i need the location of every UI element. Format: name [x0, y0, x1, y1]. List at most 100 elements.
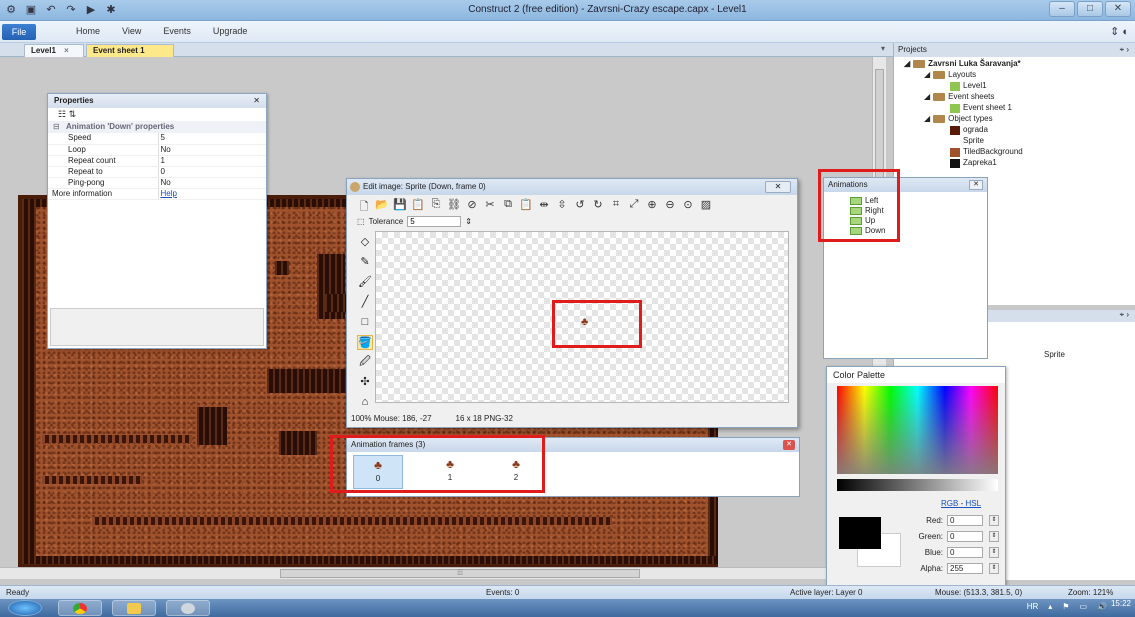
- eraser-icon[interactable]: ◇: [357, 235, 373, 250]
- color-picker-icon[interactable]: 🖉: [357, 355, 373, 370]
- tolerance-input[interactable]: [407, 216, 462, 227]
- rotate-ccw-icon[interactable]: ↺: [573, 198, 587, 217]
- taskbar-clock[interactable]: 15:22: [1111, 599, 1131, 608]
- expand-icon[interactable]: ◢: [924, 70, 930, 80]
- object-sprite-label[interactable]: Sprite: [1044, 350, 1065, 359]
- cut-icon[interactable]: ✂: [483, 198, 497, 217]
- rotate-cw-icon[interactable]: ↻: [591, 198, 605, 217]
- help-link[interactable]: Help: [158, 188, 266, 200]
- tree-item-ograda[interactable]: ograda: [950, 125, 988, 135]
- tab-home[interactable]: Home: [76, 26, 100, 36]
- start-button[interactable]: [8, 600, 42, 616]
- clear-icon[interactable]: ⊘: [465, 198, 479, 217]
- close-button[interactable]: ✕: [1105, 1, 1131, 17]
- tab-events[interactable]: Events: [163, 26, 191, 36]
- save-icon[interactable]: 💾: [393, 198, 407, 217]
- rgb-link[interactable]: RGB: [941, 499, 958, 508]
- blue-spinner[interactable]: ⇕: [989, 547, 999, 558]
- resize-icon[interactable]: ⤢: [627, 198, 641, 217]
- brush-icon[interactable]: 🖌: [357, 275, 373, 290]
- property-row[interactable]: More information Help: [48, 188, 266, 200]
- property-row[interactable]: Ping-pong No: [48, 177, 266, 189]
- language-indicator[interactable]: HR: [1027, 602, 1039, 611]
- property-row[interactable]: Repeat count 1: [48, 155, 266, 167]
- volume-icon[interactable]: 🔊: [1097, 602, 1107, 611]
- property-value[interactable]: No: [158, 177, 266, 189]
- tree-item-event-sheet[interactable]: Event sheet 1: [950, 103, 1012, 113]
- paste-icon[interactable]: 📋: [519, 198, 533, 217]
- tree-item-tiledbackground[interactable]: TiledBackground: [950, 147, 1023, 157]
- brightness-bar[interactable]: [837, 479, 998, 491]
- hsl-link[interactable]: HSL: [965, 499, 981, 508]
- tab-upgrade[interactable]: Upgrade: [213, 26, 248, 36]
- pencil-icon[interactable]: ✎: [357, 255, 373, 270]
- tab-event-sheet-1[interactable]: Event sheet 1: [86, 44, 174, 57]
- tolerance-spin-icon[interactable]: ⇕: [465, 217, 472, 226]
- properties-sort-icons[interactable]: ☷ ⇅: [48, 108, 266, 121]
- green-input[interactable]: 0: [947, 531, 983, 542]
- flip-horizontal-icon[interactable]: ⇹: [537, 198, 551, 217]
- crop-icon[interactable]: ⌗: [609, 198, 623, 217]
- scrollbar-thumb[interactable]: ⁞⁞⁞: [280, 569, 640, 578]
- pin-icon[interactable]: ⌖ ›: [1120, 43, 1129, 57]
- file-menu-button[interactable]: File: [2, 24, 36, 40]
- property-value[interactable]: 5: [158, 133, 266, 145]
- foreground-color-swatch[interactable]: [839, 517, 881, 549]
- maximize-button[interactable]: □: [1077, 1, 1103, 17]
- fill-icon[interactable]: 🪣: [357, 335, 373, 350]
- red-spinner[interactable]: ⇕: [989, 515, 999, 526]
- tree-item-sprite[interactable]: Sprite: [950, 136, 984, 146]
- expand-icon[interactable]: ◢: [904, 59, 910, 69]
- image-properties-icon[interactable]: ▨: [699, 198, 713, 217]
- property-row[interactable]: Repeat to 0: [48, 166, 266, 178]
- zoom-out-icon[interactable]: ⊖: [663, 198, 677, 217]
- tree-folder-object-types[interactable]: ◢ Object types: [924, 114, 993, 124]
- blue-input[interactable]: 0: [947, 547, 983, 558]
- tab-list-dropdown-icon[interactable]: ▾: [881, 44, 885, 53]
- tree-item-level1[interactable]: Level1: [950, 81, 987, 91]
- line-icon[interactable]: ╱: [357, 295, 373, 310]
- open-icon[interactable]: 📂: [375, 198, 389, 217]
- property-row[interactable]: Loop No: [48, 144, 266, 156]
- flip-vertical-icon[interactable]: ⇳: [555, 198, 569, 217]
- tray-expand-icon[interactable]: ▴: [1048, 602, 1052, 611]
- close-button[interactable]: ✕: [765, 181, 791, 193]
- tree-folder-layouts[interactable]: ◢ Layouts: [924, 70, 976, 80]
- tab-close-icon[interactable]: ×: [64, 46, 69, 55]
- close-icon[interactable]: ✕: [253, 94, 260, 108]
- property-value[interactable]: No: [158, 144, 266, 156]
- green-spinner[interactable]: ⇕: [989, 531, 999, 542]
- expand-icon[interactable]: ◢: [924, 92, 930, 102]
- selection-icon[interactable]: ⬚: [357, 217, 365, 226]
- properties-group-header[interactable]: Animation 'Down' properties: [48, 121, 266, 133]
- action-center-icon[interactable]: ⚑: [1062, 602, 1069, 611]
- rectangle-icon[interactable]: □: [357, 315, 373, 330]
- property-row[interactable]: Speed 5: [48, 133, 266, 145]
- export-icon[interactable]: ⎘: [429, 198, 443, 217]
- alpha-input[interactable]: 255: [947, 563, 983, 574]
- project-root[interactable]: ◢ Zavrsni Luka Šaravanja*: [904, 59, 1021, 69]
- taskbar-explorer[interactable]: [112, 600, 156, 616]
- tree-folder-event-sheets[interactable]: ◢ Event sheets: [924, 92, 994, 102]
- close-button[interactable]: ✕: [969, 180, 983, 190]
- collision-polygon-icon[interactable]: ⌂: [357, 395, 373, 410]
- network-icon[interactable]: ▭: [1079, 602, 1087, 611]
- property-value[interactable]: 1: [158, 155, 266, 167]
- tab-level1[interactable]: Level1 ×: [24, 44, 84, 57]
- zoom-reset-icon[interactable]: ⊙: [681, 198, 695, 217]
- link-icon[interactable]: ⛓: [447, 198, 461, 217]
- tree-item-zapreka1[interactable]: Zapreka1: [950, 158, 997, 168]
- alpha-spinner[interactable]: ⇕: [989, 563, 999, 574]
- color-spectrum[interactable]: [837, 386, 998, 474]
- red-input[interactable]: 0: [947, 515, 983, 526]
- origin-point-icon[interactable]: ✣: [357, 375, 373, 390]
- taskbar-construct2[interactable]: [166, 600, 210, 616]
- taskbar-chrome[interactable]: [58, 600, 102, 616]
- property-value[interactable]: 0: [158, 166, 266, 178]
- tab-view[interactable]: View: [122, 26, 141, 36]
- expand-icon[interactable]: ◢: [924, 114, 930, 124]
- copy-icon[interactable]: ⧉: [501, 198, 515, 217]
- layout-horizontal-scrollbar[interactable]: ⁞⁞⁞: [0, 567, 886, 579]
- zoom-in-icon[interactable]: ⊕: [645, 198, 659, 217]
- minimize-button[interactable]: –: [1049, 1, 1075, 17]
